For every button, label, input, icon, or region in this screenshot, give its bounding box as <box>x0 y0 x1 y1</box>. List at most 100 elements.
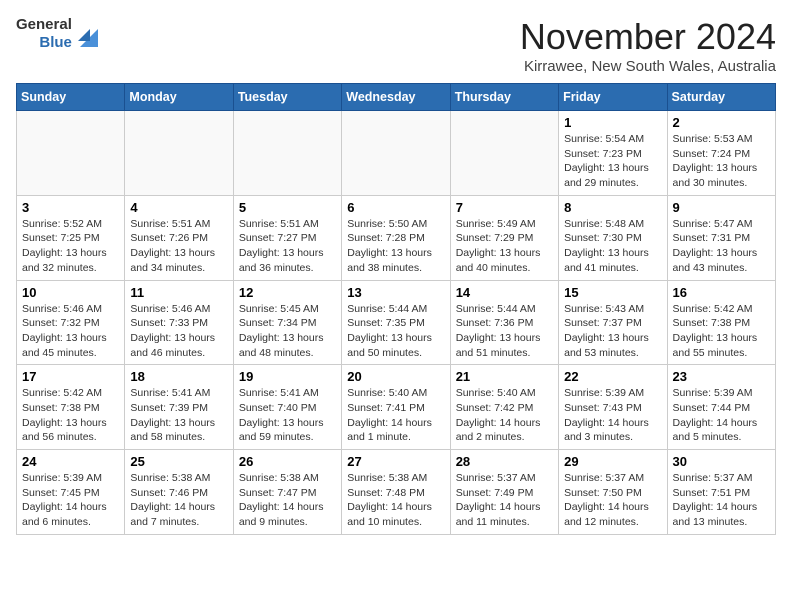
day-number: 13 <box>347 285 444 300</box>
weekday-header-wednesday: Wednesday <box>342 84 450 111</box>
calendar-cell: 14 Sunrise: 5:44 AM Sunset: 7:36 PM Dayli… <box>450 280 558 365</box>
day-number: 28 <box>456 454 553 469</box>
logo: General Blue <box>16 16 98 52</box>
day-detail: Sunrise: 5:37 AM Sunset: 7:49 PM Dayligh… <box>456 471 553 530</box>
day-number: 3 <box>22 200 119 215</box>
weekday-header-tuesday: Tuesday <box>233 84 341 111</box>
calendar-cell: 20 Sunrise: 5:40 AM Sunset: 7:41 PM Dayli… <box>342 365 450 450</box>
day-detail: Sunrise: 5:42 AM Sunset: 7:38 PM Dayligh… <box>22 386 119 445</box>
day-number: 25 <box>130 454 227 469</box>
calendar-cell: 27Sunrise: 5:38 AM Sunset: 7:48 PM Dayli… <box>342 450 450 535</box>
logo-icon <box>78 21 98 47</box>
day-detail: Sunrise: 5:50 AM Sunset: 7:28 PM Dayligh… <box>347 217 444 276</box>
calendar-cell <box>17 111 125 196</box>
calendar-week-4: 17Sunrise: 5:42 AM Sunset: 7:38 PM Dayli… <box>17 365 776 450</box>
day-number: 9 <box>673 200 770 215</box>
day-number: 26 <box>239 454 336 469</box>
day-detail: Sunrise: 5:43 AM Sunset: 7:37 PM Dayligh… <box>564 302 661 361</box>
calendar-week-5: 24Sunrise: 5:39 AM Sunset: 7:45 PM Dayli… <box>17 450 776 535</box>
day-number: 27 <box>347 454 444 469</box>
calendar-cell <box>450 111 558 196</box>
day-number: 21 <box>456 369 553 384</box>
day-detail: Sunrise: 5:39 AM Sunset: 7:44 PM Dayligh… <box>673 386 770 445</box>
day-detail: Sunrise: 5:47 AM Sunset: 7:31 PM Dayligh… <box>673 217 770 276</box>
day-number: 6 <box>347 200 444 215</box>
calendar-cell: 18 Sunrise: 5:41 AM Sunset: 7:39 PM Dayli… <box>125 365 233 450</box>
day-number: 8 <box>564 200 661 215</box>
day-detail: Sunrise: 5:38 AM Sunset: 7:46 PM Dayligh… <box>130 471 227 530</box>
calendar-cell: 30 Sunrise: 5:37 AM Sunset: 7:51 PM Dayli… <box>667 450 775 535</box>
weekday-header-friday: Friday <box>559 84 667 111</box>
day-detail: Sunrise: 5:41 AM Sunset: 7:39 PM Dayligh… <box>130 386 227 445</box>
weekday-header-saturday: Saturday <box>667 84 775 111</box>
calendar-week-3: 10Sunrise: 5:46 AM Sunset: 7:32 PM Dayli… <box>17 280 776 365</box>
day-number: 18 <box>130 369 227 384</box>
calendar-cell: 1Sunrise: 5:54 AM Sunset: 7:23 PM Daylig… <box>559 111 667 196</box>
day-detail: Sunrise: 5:53 AM Sunset: 7:24 PM Dayligh… <box>673 132 770 191</box>
day-number: 1 <box>564 115 661 130</box>
day-detail: Sunrise: 5:46 AM Sunset: 7:32 PM Dayligh… <box>22 302 119 361</box>
day-detail: Sunrise: 5:37 AM Sunset: 7:50 PM Dayligh… <box>564 471 661 530</box>
day-detail: Sunrise: 5:40 AM Sunset: 7:41 PM Dayligh… <box>347 386 444 445</box>
day-number: 5 <box>239 200 336 215</box>
weekday-header-thursday: Thursday <box>450 84 558 111</box>
day-detail: Sunrise: 5:44 AM Sunset: 7:36 PM Dayligh… <box>456 302 553 361</box>
day-detail: Sunrise: 5:44 AM Sunset: 7:35 PM Dayligh… <box>347 302 444 361</box>
calendar-cell: 19Sunrise: 5:41 AM Sunset: 7:40 PM Dayli… <box>233 365 341 450</box>
day-detail: Sunrise: 5:42 AM Sunset: 7:38 PM Dayligh… <box>673 302 770 361</box>
calendar-cell: 7 Sunrise: 5:49 AM Sunset: 7:29 PM Daylig… <box>450 195 558 280</box>
calendar-cell: 17Sunrise: 5:42 AM Sunset: 7:38 PM Dayli… <box>17 365 125 450</box>
calendar-cell: 26Sunrise: 5:38 AM Sunset: 7:47 PM Dayli… <box>233 450 341 535</box>
calendar-week-1: 1Sunrise: 5:54 AM Sunset: 7:23 PM Daylig… <box>17 111 776 196</box>
calendar-cell <box>125 111 233 196</box>
day-number: 20 <box>347 369 444 384</box>
day-detail: Sunrise: 5:39 AM Sunset: 7:43 PM Dayligh… <box>564 386 661 445</box>
calendar-cell: 6 Sunrise: 5:50 AM Sunset: 7:28 PM Daylig… <box>342 195 450 280</box>
weekday-header-row: SundayMondayTuesdayWednesdayThursdayFrid… <box>17 84 776 111</box>
weekday-header-monday: Monday <box>125 84 233 111</box>
logo-blue: Blue <box>39 34 72 51</box>
day-number: 4 <box>130 200 227 215</box>
day-number: 29 <box>564 454 661 469</box>
day-number: 15 <box>564 285 661 300</box>
day-number: 22 <box>564 369 661 384</box>
day-detail: Sunrise: 5:45 AM Sunset: 7:34 PM Dayligh… <box>239 302 336 361</box>
day-number: 11 <box>130 285 227 300</box>
day-number: 12 <box>239 285 336 300</box>
day-detail: Sunrise: 5:37 AM Sunset: 7:51 PM Dayligh… <box>673 471 770 530</box>
day-number: 30 <box>673 454 770 469</box>
calendar-cell <box>342 111 450 196</box>
calendar-cell: 11 Sunrise: 5:46 AM Sunset: 7:33 PM Dayli… <box>125 280 233 365</box>
day-number: 2 <box>673 115 770 130</box>
calendar-cell: 13 Sunrise: 5:44 AM Sunset: 7:35 PM Dayli… <box>342 280 450 365</box>
calendar-cell: 5Sunrise: 5:51 AM Sunset: 7:27 PM Daylig… <box>233 195 341 280</box>
day-number: 7 <box>456 200 553 215</box>
calendar-cell <box>233 111 341 196</box>
calendar-cell: 29 Sunrise: 5:37 AM Sunset: 7:50 PM Dayli… <box>559 450 667 535</box>
day-detail: Sunrise: 5:49 AM Sunset: 7:29 PM Dayligh… <box>456 217 553 276</box>
day-detail: Sunrise: 5:46 AM Sunset: 7:33 PM Dayligh… <box>130 302 227 361</box>
day-detail: Sunrise: 5:40 AM Sunset: 7:42 PM Dayligh… <box>456 386 553 445</box>
page-header: General Blue November 2024 Kirrawee, New… <box>16 16 776 75</box>
day-detail: Sunrise: 5:52 AM Sunset: 7:25 PM Dayligh… <box>22 217 119 276</box>
month-title: November 2024 <box>520 16 776 58</box>
day-number: 16 <box>673 285 770 300</box>
calendar-cell: 3 Sunrise: 5:52 AM Sunset: 7:25 PM Daylig… <box>17 195 125 280</box>
calendar-cell: 10Sunrise: 5:46 AM Sunset: 7:32 PM Dayli… <box>17 280 125 365</box>
calendar-cell: 4 Sunrise: 5:51 AM Sunset: 7:26 PM Daylig… <box>125 195 233 280</box>
day-number: 19 <box>239 369 336 384</box>
day-detail: Sunrise: 5:51 AM Sunset: 7:26 PM Dayligh… <box>130 217 227 276</box>
day-number: 14 <box>456 285 553 300</box>
calendar-week-2: 3 Sunrise: 5:52 AM Sunset: 7:25 PM Daylig… <box>17 195 776 280</box>
day-detail: Sunrise: 5:48 AM Sunset: 7:30 PM Dayligh… <box>564 217 661 276</box>
calendar-cell: 23Sunrise: 5:39 AM Sunset: 7:44 PM Dayli… <box>667 365 775 450</box>
calendar-cell: 21 Sunrise: 5:40 AM Sunset: 7:42 PM Dayli… <box>450 365 558 450</box>
title-section: November 2024 Kirrawee, New South Wales,… <box>520 16 776 75</box>
weekday-header-sunday: Sunday <box>17 84 125 111</box>
calendar-cell: 24Sunrise: 5:39 AM Sunset: 7:45 PM Dayli… <box>17 450 125 535</box>
calendar-cell: 16 Sunrise: 5:42 AM Sunset: 7:38 PM Dayli… <box>667 280 775 365</box>
calendar-cell: 8 Sunrise: 5:48 AM Sunset: 7:30 PM Daylig… <box>559 195 667 280</box>
logo-general: General <box>16 16 72 33</box>
calendar-cell: 2 Sunrise: 5:53 AM Sunset: 7:24 PM Daylig… <box>667 111 775 196</box>
calendar-cell: 15 Sunrise: 5:43 AM Sunset: 7:37 PM Dayli… <box>559 280 667 365</box>
